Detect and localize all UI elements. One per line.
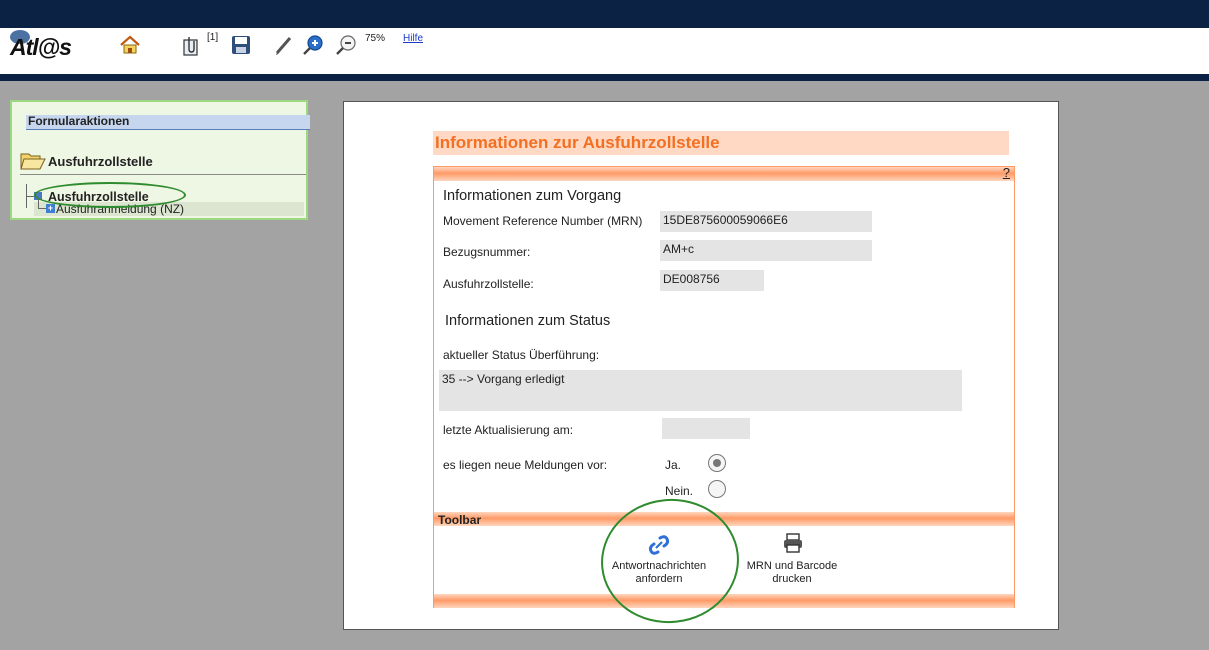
section-ausfuhrzollstelle[interactable]: Ausfuhrzollstelle [48, 154, 153, 169]
attachment-icon[interactable] [181, 35, 201, 60]
bezugsnummer-field[interactable]: AM+c [660, 240, 872, 261]
bezugsnummer-label: Bezugsnummer: [443, 245, 531, 259]
status-label: aktueller Status Überführung: [443, 348, 600, 362]
form-header-bar: ? [434, 165, 1014, 181]
last-update-label: letzte Aktualisierung am: [443, 423, 574, 437]
help-button[interactable]: ? [1003, 165, 1010, 180]
save-icon[interactable] [231, 35, 251, 58]
toolbar-divider [0, 74, 1209, 81]
section-title-vorgang: Informationen zum Vorgang [443, 188, 622, 204]
section-title-status: Informationen zum Status [445, 313, 611, 329]
mrn-label: Movement Reference Number (MRN) [443, 214, 643, 228]
ausfuhrzollstelle-label: Ausfuhrzollstelle: [443, 277, 534, 291]
page-title: Informationen zur Ausfuhrzollstelle [433, 131, 1009, 155]
radio-no[interactable] [708, 480, 726, 498]
section-divider [20, 174, 306, 175]
panel-title: Formularaktionen [26, 115, 310, 129]
top-banner [0, 0, 1209, 28]
print-label-line1: MRN und Barcode [746, 560, 838, 572]
highlight-oval [34, 182, 186, 208]
zoom-in-icon[interactable] [301, 33, 325, 60]
help-link[interactable]: Hilfe [403, 33, 423, 44]
printer-icon [782, 532, 804, 557]
option-no-label: Nein. [665, 484, 694, 498]
app-logo: Atl@s [10, 34, 72, 60]
tree-line [38, 208, 46, 209]
new-messages-label: es liegen neue Meldungen vor: [443, 458, 608, 472]
form-actions-panel: Formularaktionen Ausfuhrzollstelle Ausfu… [10, 100, 310, 220]
home-icon[interactable] [119, 35, 141, 58]
zoom-level: 75% [365, 33, 386, 44]
option-yes-label: Ja. [665, 458, 682, 472]
tree-line [26, 196, 34, 197]
status-field[interactable]: 35 --> Vorgang erledigt [439, 370, 962, 411]
folder-open-icon [20, 150, 46, 175]
ausfuhrzollstelle-field[interactable]: DE008756 [660, 270, 764, 291]
mrn-field[interactable]: 15DE875600059066E6 [660, 211, 872, 232]
toolbar-label: Toolbar [438, 513, 482, 527]
expand-icon[interactable]: + [46, 204, 55, 213]
radio-selected-dot [713, 459, 721, 467]
radio-yes[interactable] [708, 454, 726, 472]
print-label-line2: drucken [772, 573, 812, 585]
form-page: Informationen zur Ausfuhrzollstelle ? In… [343, 101, 1059, 630]
panel-title-underline [26, 129, 310, 130]
attachment-count: [1] [207, 32, 219, 43]
pencil-icon[interactable] [274, 34, 294, 59]
print-mrn-barcode-button[interactable]: MRN und Barcode drucken [742, 530, 842, 590]
zoom-out-icon[interactable] [334, 33, 358, 60]
last-update-field[interactable] [662, 418, 750, 439]
